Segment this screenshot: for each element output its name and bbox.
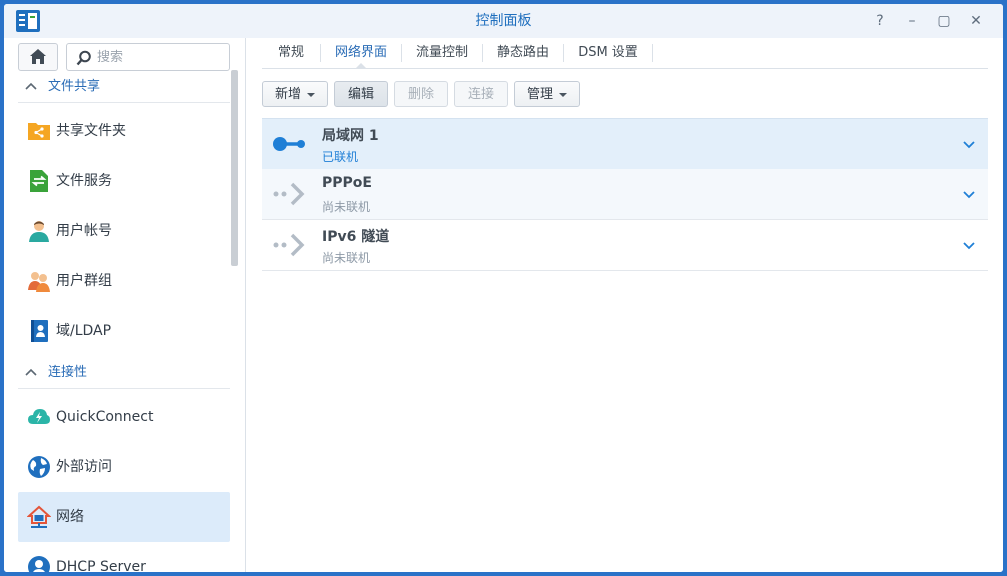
tab-bar: 常规 网络界面 流量控制 静态路由 DSM 设置 <box>262 38 988 69</box>
active-tab-indicator <box>356 63 366 68</box>
sidebar-item-network[interactable]: 网络 <box>18 492 230 542</box>
interface-status: 已联机 <box>322 150 359 164</box>
title-bar[interactable]: 控制面板 ? – ▢ ✕ <box>4 4 1003 38</box>
section-title: 文件共享 <box>48 79 101 94</box>
sidebar-item-group[interactable]: 用户群组 <box>18 256 230 306</box>
interface-name: 局域网 1 <box>322 128 379 144</box>
dhcp-server-icon <box>28 556 50 572</box>
dropdown-caret-icon <box>559 92 567 97</box>
sidebar-item-domain-ldap[interactable]: 域/LDAP <box>18 306 230 356</box>
network-icon <box>27 505 51 528</box>
section-header-connectivity[interactable]: 连接性 <box>18 358 230 389</box>
search-input[interactable] <box>97 47 221 67</box>
sidebar-item-user[interactable]: 用户帐号 <box>18 206 230 256</box>
chevron-up-icon <box>25 82 37 90</box>
quickconnect-icon <box>28 409 50 424</box>
sidebar-item-label: 共享文件夹 <box>56 123 126 139</box>
interface-status: 尚未联机 <box>322 251 371 265</box>
shared-folder-icon <box>28 123 50 140</box>
interface-row-lan1[interactable]: 局域网 1 已联机 <box>262 118 988 170</box>
connected-network-icon <box>273 137 305 151</box>
edit-button[interactable]: 编辑 <box>334 81 388 107</box>
sidebar-item-label: 文件服务 <box>56 173 112 189</box>
file-services-icon <box>30 170 48 192</box>
connect-button[interactable]: 连接 <box>454 81 508 107</box>
delete-button[interactable]: 删除 <box>394 81 448 107</box>
interface-status: 尚未联机 <box>322 200 371 214</box>
chevron-down-icon[interactable] <box>962 187 976 201</box>
section-header-file-sharing[interactable]: 文件共享 <box>18 72 230 103</box>
search-box[interactable] <box>66 43 230 71</box>
sidebar-item-label: 用户群组 <box>56 273 112 289</box>
disconnected-network-icon <box>273 233 305 257</box>
user-icon <box>29 221 49 242</box>
manage-button-label: 管理 <box>526 87 553 102</box>
sidebar: 文件共享 共享文件夹 文件服务 用户帐号 <box>4 38 246 572</box>
add-button[interactable]: 新增 <box>262 81 328 107</box>
search-icon <box>76 50 91 66</box>
sidebar-item-label: 用户帐号 <box>56 223 112 239</box>
home-icon <box>30 49 46 64</box>
dropdown-caret-icon <box>307 92 315 97</box>
disconnected-network-icon <box>273 182 305 206</box>
domain-ldap-icon <box>31 320 48 342</box>
interface-row-ipv6-tunnel[interactable]: IPv6 隧道 尚未联机 <box>262 220 988 271</box>
help-button[interactable]: ? <box>870 11 890 31</box>
tab-separator <box>652 44 653 62</box>
tab-static-route[interactable]: 静态路由 <box>483 38 563 68</box>
section-title: 连接性 <box>48 365 88 380</box>
sidebar-scrollbar[interactable] <box>231 70 238 266</box>
maximize-button[interactable]: ▢ <box>934 11 954 31</box>
chevron-down-icon[interactable] <box>962 238 976 252</box>
sidebar-item-quickconnect[interactable]: QuickConnect <box>18 392 230 442</box>
group-icon <box>28 272 50 292</box>
add-button-label: 新增 <box>274 87 301 102</box>
sidebar-item-label: 外部访问 <box>56 459 112 475</box>
sidebar-item-file-services[interactable]: 文件服务 <box>18 156 230 206</box>
sidebar-item-label: QuickConnect <box>56 409 154 425</box>
window-title: 控制面板 <box>475 13 532 29</box>
control-panel-window: 控制面板 ? – ▢ ✕ 文件共享 <box>4 4 1003 572</box>
sidebar-item-label: 网络 <box>56 509 84 525</box>
home-button[interactable] <box>18 43 58 71</box>
external-access-icon <box>28 456 50 478</box>
interface-name: PPPoE <box>322 175 372 191</box>
chevron-down-icon[interactable] <box>962 137 976 151</box>
sidebar-item-label: 域/LDAP <box>56 323 112 339</box>
close-button[interactable]: ✕ <box>966 11 986 31</box>
tab-general[interactable]: 常规 <box>262 38 320 68</box>
tab-traffic-control[interactable]: 流量控制 <box>402 38 482 68</box>
sidebar-item-external-access[interactable]: 外部访问 <box>18 442 230 492</box>
sidebar-item-label: DHCP Server <box>56 559 146 572</box>
sidebar-item-shared-folder[interactable]: 共享文件夹 <box>18 106 230 156</box>
sidebar-item-dhcp-server[interactable]: DHCP Server <box>18 542 230 572</box>
chevron-up-icon <box>25 368 37 376</box>
manage-button[interactable]: 管理 <box>514 81 580 107</box>
main-panel: 常规 网络界面 流量控制 静态路由 DSM 设置 新增 编辑 删除 连接 管理 … <box>246 38 1003 572</box>
tab-dsm-settings[interactable]: DSM 设置 <box>564 38 652 68</box>
interface-name: IPv6 隧道 <box>322 229 390 245</box>
minimize-button[interactable]: – <box>902 11 922 31</box>
interface-row-pppoe[interactable]: PPPoE 尚未联机 <box>262 169 988 220</box>
